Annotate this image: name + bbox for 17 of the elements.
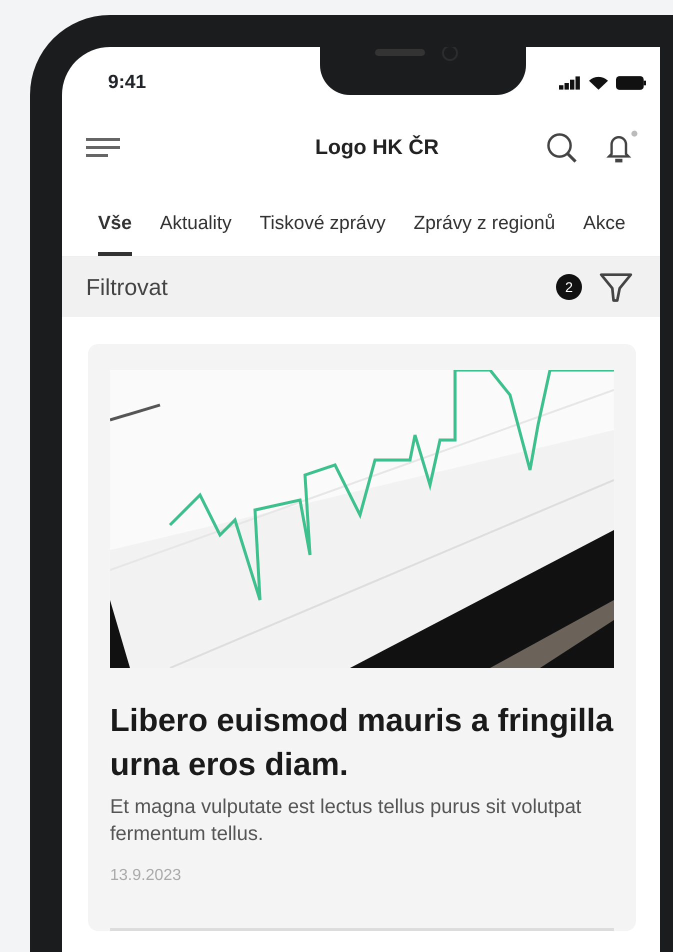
article-excerpt: Et magna vulputate est lectus tellus purus sit volutpat fermentum tellus. [110, 795, 582, 847]
wifi-icon [589, 76, 608, 90]
tab[interactable]: Tiskové zprávy [260, 196, 386, 256]
article-date: 13.9.2023 [110, 866, 182, 886]
tab[interactable]: Zprávy z regionů [414, 196, 556, 256]
filter-count: 2 [556, 274, 582, 300]
tab[interactable]: Aktuality [160, 196, 232, 256]
logo-text: Logo HK ČR [315, 134, 439, 162]
battery-icon [616, 76, 646, 90]
article-card[interactable]: Libero euismod mauris a fringilla urna eros diam. Et magna vulputate est lectus tellus purus sit volutpat fermentum tellus. 13.9.2023 [88, 344, 636, 931]
search-button[interactable] [546, 132, 578, 164]
filter-button[interactable] [598, 271, 634, 303]
signal-icon [559, 76, 581, 90]
tab[interactable]: Akce [583, 196, 626, 256]
status-time: 9:41 [108, 70, 146, 95]
filter-label: Filtrovat [86, 272, 168, 302]
article-title: Libero euismod mauris a fringilla urna eros diam. [110, 701, 614, 784]
